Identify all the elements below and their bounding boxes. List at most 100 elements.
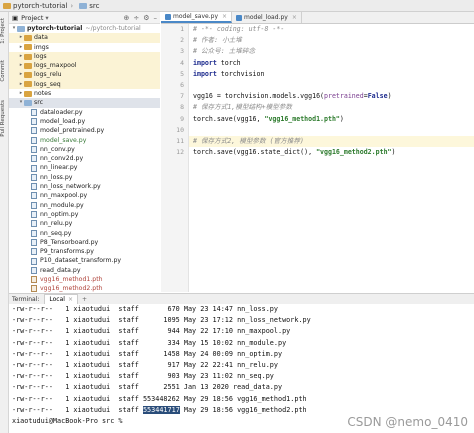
tree-item-label: nn_conv2d.py xyxy=(40,155,84,163)
tree-item-label: P9_transforms.py xyxy=(40,248,94,256)
python-file-icon xyxy=(31,211,37,219)
line-number: 8 xyxy=(180,103,184,112)
pull-requests-tool-button[interactable]: Pull Requests xyxy=(0,100,6,137)
title-bar: pytorch-tutorial › src xyxy=(0,0,474,12)
tree-file[interactable]: nn_conv.py xyxy=(9,145,160,154)
terminal-line: -rw-r--r-- 1 xiaotudui staff 670 May 23 … xyxy=(12,305,278,313)
code-token: torch.save(vgg16, xyxy=(193,114,265,123)
code-line[interactable]: vgg16 = torchvision.models.vgg16(pretrai… xyxy=(189,91,474,102)
project-view-icon: ▣ xyxy=(12,13,19,22)
folder-icon xyxy=(24,53,32,60)
tree-file[interactable]: P8_Tensorboard.py xyxy=(9,238,160,247)
close-icon[interactable]: × xyxy=(68,296,73,303)
editor-tab[interactable]: model_load.py × xyxy=(232,12,302,23)
tree-item-label: model_pretrained.py xyxy=(40,127,105,135)
close-icon[interactable]: × xyxy=(292,14,297,21)
tree-file[interactable]: nn_relu.py xyxy=(9,219,160,228)
tree-file[interactable]: nn_conv2d.py xyxy=(9,154,160,163)
breadcrumb-project-label: pytorch-tutorial xyxy=(13,1,68,10)
breadcrumb-folder-label: src xyxy=(89,1,100,10)
minimize-icon[interactable]: – xyxy=(154,14,158,22)
code-line[interactable] xyxy=(189,80,474,91)
code-line[interactable]: import torch xyxy=(189,58,474,69)
tree-file[interactable]: vgg16_method2.pth xyxy=(9,284,160,292)
tree-file[interactable]: dataloader.py xyxy=(9,108,160,117)
code-token: ) xyxy=(387,92,392,101)
python-file-icon xyxy=(31,183,37,191)
tree-item-label: data xyxy=(34,34,48,42)
breadcrumb-folder[interactable]: src xyxy=(79,2,99,10)
tree-folder[interactable]: ▾ src xyxy=(9,98,160,108)
tree-item-label: nn_optim.py xyxy=(40,210,79,218)
breadcrumb-project[interactable]: pytorch-tutorial xyxy=(3,2,67,10)
tree-folder[interactable]: ▸ notes xyxy=(9,89,160,98)
code-line[interactable]: # 公众号: 土堆碎念 xyxy=(189,46,474,57)
code-line[interactable]: # 作者: 小土堆 xyxy=(189,35,474,46)
add-icon[interactable]: + xyxy=(82,296,87,303)
tree-file[interactable]: nn_loss_network.py xyxy=(9,182,160,191)
gear-icon[interactable]: ⚙ xyxy=(143,14,149,22)
tree-item-label: logs_seq xyxy=(34,80,61,88)
code-token: import xyxy=(193,58,217,67)
code-line[interactable]: torch.save(vgg16, "vgg16_method1.pth") xyxy=(189,114,474,125)
close-icon[interactable]: × xyxy=(222,13,227,20)
project-tool-button[interactable]: 1: Project xyxy=(0,18,6,44)
tree-file[interactable]: model_load.py xyxy=(9,117,160,126)
tree-item-label: vgg16_method1.pth xyxy=(40,276,103,284)
project-panel-title[interactable]: Project xyxy=(21,14,43,22)
tree-file[interactable]: read_data.py xyxy=(9,266,160,275)
python-file-icon xyxy=(31,164,37,172)
tree-file[interactable]: P10_dataset_transform.py xyxy=(9,256,160,265)
code-token: "vgg16_method2.pth" xyxy=(316,148,392,157)
code-line[interactable]: # 保存方式1,模型结构+模型参数 xyxy=(189,102,474,113)
code-line[interactable]: # -*- coding: utf-8 -*- xyxy=(189,24,474,35)
code-line[interactable]: torch.save(vgg16.state_dict(), "vgg16_me… xyxy=(189,147,474,158)
tree-folder[interactable]: ▸ logs_relu xyxy=(9,70,160,80)
tree-file[interactable]: nn_optim.py xyxy=(9,210,160,219)
tree-file[interactable]: nn_module.py xyxy=(9,201,160,210)
code-line[interactable]: # 保存方式2, 模型参数 (官方推荐) xyxy=(189,135,474,148)
tree-file[interactable]: nn_linear.py xyxy=(9,163,160,172)
code-token: ) xyxy=(339,114,344,123)
terminal-text: May 29 18:56 vgg16_method2.pth xyxy=(179,405,307,414)
code-line[interactable] xyxy=(189,125,474,136)
add-icon[interactable]: ⊕ xyxy=(123,14,129,22)
tree-file[interactable]: P9_transforms.py xyxy=(9,247,160,256)
file-icon xyxy=(31,276,37,284)
tree-folder[interactable]: ▸ logs_maxpool xyxy=(9,61,160,71)
line-number: 6 xyxy=(180,80,184,89)
tree-folder[interactable]: ▾ pytorch-tutorial ~/pytorch-tutorial xyxy=(9,24,160,33)
tree-file[interactable]: nn_maxpool.py xyxy=(9,191,160,200)
python-file-icon xyxy=(31,108,37,116)
tree-item-label: nn_linear.py xyxy=(40,164,78,172)
tree-file[interactable]: vgg16_method1.pth xyxy=(9,275,160,284)
tree-file[interactable]: model_pretrained.py xyxy=(9,126,160,135)
chevron-down-icon[interactable]: ▾ xyxy=(45,14,48,22)
code-line[interactable]: import torchvision xyxy=(189,69,474,80)
code-editor[interactable]: # -*- coding: utf-8 -*- # 作者: 小土堆 # 公众号: 土… xyxy=(189,24,474,292)
tree-folder[interactable]: ▸ data xyxy=(9,33,160,43)
terminal-line: -rw-r--r-- 1 xiaotudui staff 334 May 15 … xyxy=(12,338,287,347)
commit-tool-button[interactable]: Commit xyxy=(0,60,6,82)
editor-tab[interactable]: model_save.py × xyxy=(161,12,233,23)
terminal-tab-local[interactable]: Local × xyxy=(44,294,78,304)
terminal-tab-label: Local xyxy=(49,296,65,303)
collapse-icon[interactable]: ÷ xyxy=(133,14,139,22)
terminal-output[interactable]: -rw-r--r-- 1 xiaotudui staff 670 May 23 … xyxy=(9,304,474,433)
tree-folder[interactable]: ▸ imgs xyxy=(9,43,160,52)
code-token: import xyxy=(193,69,217,78)
project-panel-header: ▣ Project ▾ ⊕ ÷ ⚙ – xyxy=(9,12,160,24)
python-file-icon xyxy=(31,266,37,274)
tree-folder[interactable]: ▸ logs_seq xyxy=(9,79,160,90)
tree-folder[interactable]: ▸ logs xyxy=(9,51,160,62)
tree-file[interactable]: model_save.py xyxy=(9,136,160,145)
tree-item-label: model_load.py xyxy=(40,117,86,125)
terminal-line: -rw-r--r-- 1 xiaotudui staff 2551 Jan 13… xyxy=(12,383,283,392)
tree-file[interactable]: nn_loss.py xyxy=(9,173,160,182)
line-number: 7 xyxy=(180,92,184,101)
tree-item-label: imgs xyxy=(34,43,49,51)
selected-text[interactable]: 553441717 xyxy=(142,405,180,414)
code-token: torch xyxy=(216,58,241,67)
tree-item-label: nn_relu.py xyxy=(40,220,73,228)
tree-file[interactable]: nn_seq.py xyxy=(9,229,160,238)
